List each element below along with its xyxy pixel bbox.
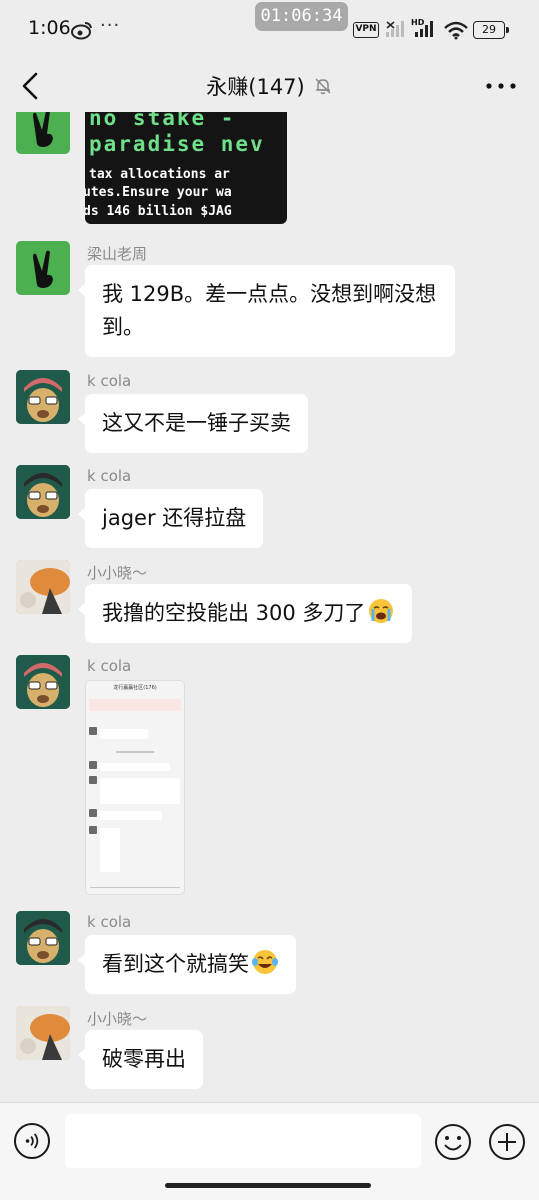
weibo-icon — [71, 22, 92, 40]
recording-timer: 01:06:34 — [255, 2, 348, 31]
sender-name: 小小晓～ — [87, 1010, 148, 1028]
avatar[interactable] — [16, 112, 70, 154]
image-text-line: paradise nev — [89, 132, 265, 156]
avatar[interactable] — [16, 465, 70, 519]
image-text-line: utes.Ensure your wa — [85, 185, 232, 200]
tears-of-joy-emoji-icon — [252, 950, 278, 974]
message-text: 看到这个就搞笑 — [102, 952, 249, 976]
avatar[interactable] — [16, 241, 70, 295]
message-text: 我撸的空投能出 300 多刀了 — [102, 601, 366, 625]
screenshot-bubble — [100, 778, 180, 804]
more-features-button[interactable] — [488, 1123, 526, 1161]
cartoon-face-icon — [16, 911, 70, 965]
shared-image[interactable]: no stake - paradise nev tax allocations … — [85, 112, 287, 224]
avatar[interactable] — [16, 655, 70, 709]
message-bubble[interactable]: 看到这个就搞笑 — [78, 935, 296, 994]
message-bubble[interactable]: jager 还得拉盘 — [77, 489, 264, 548]
screenshot-input — [90, 887, 180, 888]
sender-name: 梁山老周 — [87, 245, 148, 263]
avatar[interactable] — [16, 370, 70, 424]
sender-name: k cola — [87, 913, 132, 931]
battery-cap — [506, 27, 509, 33]
cat-photo-icon — [16, 560, 70, 614]
screenshot-bubble — [100, 729, 148, 739]
status-more-indicator: ··· — [100, 15, 121, 36]
avatar[interactable] — [16, 1006, 70, 1060]
screenshot-avatar — [89, 776, 97, 784]
emoji-button[interactable] — [434, 1123, 472, 1161]
screenshot-warning-strip — [89, 699, 181, 711]
screenshot-title: 龙行赢赢社区(176) — [113, 685, 157, 691]
loudly-crying-emoji-icon — [369, 599, 394, 623]
screenshot-avatar — [89, 826, 97, 834]
voice-input-button[interactable] — [14, 1123, 50, 1159]
avatar[interactable] — [16, 560, 70, 614]
chat-header: 永赚(147) — [0, 60, 539, 112]
message-bubble[interactable]: 我 129B。差一点点。没想到啊没想到。 — [78, 265, 455, 357]
screenshot-avatar — [89, 761, 97, 769]
sender-name: k cola — [87, 657, 132, 675]
sender-name: k cola — [87, 372, 132, 390]
message-bubble[interactable]: 破零再出 — [78, 1030, 203, 1089]
sender-name: k cola — [87, 467, 132, 485]
message-bubble[interactable]: 这又不是一锤子买卖 — [78, 394, 308, 453]
chat-title: 永赚(147) — [206, 75, 305, 99]
shared-screenshot[interactable]: 龙行赢赢社区(176) — [85, 680, 185, 895]
message-input[interactable] — [65, 1114, 421, 1168]
screenshot-avatar — [89, 809, 97, 817]
signal-strength-icon — [415, 21, 433, 37]
cartoon-face-icon — [16, 465, 70, 519]
screenshot-image — [100, 828, 120, 872]
avatar[interactable] — [16, 911, 70, 965]
message-list[interactable]: no stake - paradise nev tax allocations … — [0, 112, 539, 1102]
vpn-badge: VPN — [353, 22, 379, 38]
victory-hand-icon — [33, 112, 53, 147]
victory-hand-icon — [33, 250, 53, 288]
image-text-line: ds 146 billion $JAG — [85, 204, 232, 219]
mute-bell-icon — [315, 78, 331, 95]
battery-indicator: 29 — [473, 21, 505, 39]
cartoon-face-icon — [16, 370, 70, 424]
screenshot-divider — [116, 751, 154, 753]
wifi-icon — [444, 21, 468, 40]
signal-icon — [386, 21, 404, 37]
more-options-button[interactable] — [483, 72, 519, 100]
screenshot-bubble — [100, 811, 162, 820]
cartoon-face-icon — [16, 655, 70, 709]
message-bubble[interactable]: 我撸的空投能出 300 多刀了 — [77, 584, 413, 643]
home-indicator[interactable] — [165, 1183, 371, 1188]
status-time: 1:06 — [28, 17, 71, 39]
cat-photo-icon — [16, 1006, 70, 1060]
sender-name: 小小晓～ — [87, 564, 148, 582]
status-bar: 1:06 ··· 01:06:34 VPN HD 29 — [0, 0, 539, 60]
chat-title-wrap: 永赚(147) — [0, 71, 539, 101]
image-text-line: tax allocations ar — [89, 167, 230, 182]
screenshot-avatar — [89, 727, 97, 735]
image-text-line: no stake - — [89, 112, 236, 130]
screenshot-bubble — [100, 763, 170, 771]
